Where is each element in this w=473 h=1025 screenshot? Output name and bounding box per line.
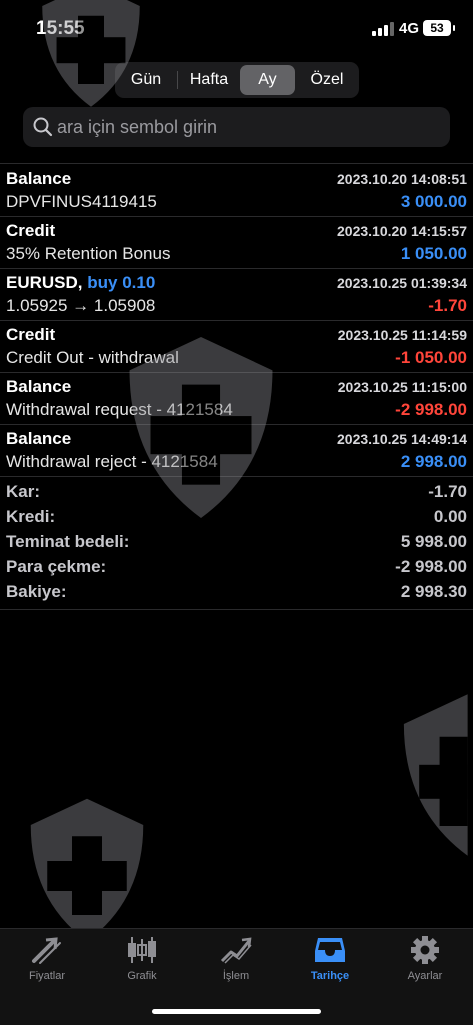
shield-watermark-icon (403, 694, 468, 856)
entry-type: Credit (6, 221, 56, 240)
entry-type: Balance (6, 377, 72, 396)
entry-type: EURUSD, buy 0.10 (6, 273, 156, 292)
tab-custom[interactable]: Özel (299, 65, 355, 95)
entry-type: Credit (6, 325, 56, 344)
history-row[interactable]: EURUSD, buy 0.10 2023.10.25 01:39:34 1.0… (0, 269, 473, 321)
tab-trade[interactable]: İşlem (189, 935, 283, 995)
summary-label: Teminat bedeli: (6, 532, 130, 551)
tab-quotes[interactable]: Fiyatlar (0, 935, 94, 995)
history-row[interactable]: Balance 2023.10.25 11:15:00 Withdrawal r… (0, 373, 473, 425)
summary-label: Kar: (6, 482, 41, 501)
summary-label: Kredi: (6, 507, 56, 526)
search-input[interactable] (57, 107, 437, 147)
entry-amount: -2 998.00 (395, 400, 467, 419)
quotes-arrows-icon (32, 937, 61, 964)
tab-week[interactable]: Hafta (178, 65, 240, 95)
history-row[interactable]: Credit 2023.10.25 11:14:59 Credit Out - … (0, 321, 473, 373)
account-summary: Kar: -1.70 Kredi: 0.00 Teminat bedeli: 5… (0, 480, 473, 605)
summary-row-withdrawal: Para çekme: -2 998.00 (0, 555, 473, 580)
entry-date: 2023.10.20 14:08:51 (337, 171, 467, 187)
summary-value: -2 998.00 (395, 557, 467, 576)
deal-direction: buy 0.10 (87, 273, 156, 292)
summary-value: -1.70 (428, 482, 467, 501)
tab-chart[interactable]: Grafik (95, 935, 189, 995)
summary-row-balance: Bakiye: 2 998.30 (0, 580, 473, 605)
tab-month[interactable]: Ay (240, 65, 295, 95)
entry-date: 2023.10.20 14:15:57 (337, 223, 467, 239)
entry-amount: -1.70 (428, 296, 467, 315)
summary-value: 5 998.00 (400, 532, 467, 551)
history-row[interactable]: Balance 2023.10.20 14:08:51 DPVFINUS4119… (0, 165, 473, 217)
summary-value: 0.00 (433, 507, 467, 526)
candlestick-chart-icon (128, 937, 156, 963)
cellular-signal-icon (372, 22, 394, 36)
entry-type: Balance (6, 429, 72, 448)
summary-row-deposit: Teminat bedeli: 5 998.00 (0, 530, 473, 555)
tab-label: Fiyatlar (28, 970, 66, 982)
history-list: Balance 2023.10.20 14:08:51 DPVFINUS4119… (0, 165, 473, 477)
entry-date: 2023.10.25 11:14:59 (337, 327, 467, 343)
shield-watermark-icon (30, 798, 144, 942)
entry-date: 2023.10.25 11:15:00 (337, 379, 467, 395)
home-indicator (152, 1009, 321, 1014)
tab-label: Ayarlar (407, 970, 443, 982)
history-row[interactable]: Balance 2023.10.25 14:49:14 Withdrawal r… (0, 425, 473, 477)
tab-day[interactable]: Gün (119, 65, 173, 95)
summary-label: Bakiye: (6, 582, 67, 601)
tab-label: İşlem (222, 970, 250, 982)
divider (0, 609, 473, 610)
entry-date: 2023.10.25 01:39:34 (337, 275, 467, 291)
entry-prices: 1.05925 → 1.05908 (6, 296, 156, 315)
tab-settings[interactable]: Ayarlar (378, 935, 472, 995)
entry-comment: Withdrawal reject - 4121584 (6, 452, 218, 471)
tab-label: Grafik (127, 970, 157, 982)
entry-comment: Withdrawal request - 4121584 (6, 400, 233, 419)
history-row[interactable]: Credit 2023.10.20 14:15:57 35% Retention… (0, 217, 473, 269)
gear-icon (411, 936, 439, 964)
summary-row-credit: Kredi: 0.00 (0, 505, 473, 530)
tab-history[interactable]: Tarihçe (283, 935, 377, 995)
entry-amount: -1 050.00 (395, 348, 467, 367)
entry-amount: 1 050.00 (400, 244, 467, 263)
tab-label: Tarihçe (310, 970, 350, 982)
summary-label: Para çekme: (6, 557, 107, 576)
network-type: 4G (399, 20, 420, 37)
entry-amount: 3 000.00 (400, 192, 467, 211)
history-tray-icon (315, 938, 345, 962)
status-time: 15:55 (36, 18, 85, 39)
status-bar: 15:55 4G 53 (0, 0, 473, 56)
trend-line-icon (220, 937, 252, 964)
entry-amount: 2 998.00 (400, 452, 467, 471)
divider (0, 163, 473, 164)
period-selector: Gün Hafta Ay Özel (115, 62, 359, 98)
summary-row-profit: Kar: -1.70 (0, 480, 473, 505)
entry-date: 2023.10.25 14:49:14 (337, 431, 467, 447)
entry-comment: 35% Retention Bonus (6, 244, 171, 263)
entry-comment: Credit Out - withdrawal (6, 348, 179, 367)
battery-icon: 53 (423, 20, 455, 36)
entry-comment: DPVFINUS4119415 (6, 192, 157, 211)
search-icon (33, 117, 53, 137)
summary-value: 2 998.30 (400, 582, 467, 601)
entry-type: Balance (6, 169, 72, 188)
symbol-search[interactable] (23, 107, 450, 147)
